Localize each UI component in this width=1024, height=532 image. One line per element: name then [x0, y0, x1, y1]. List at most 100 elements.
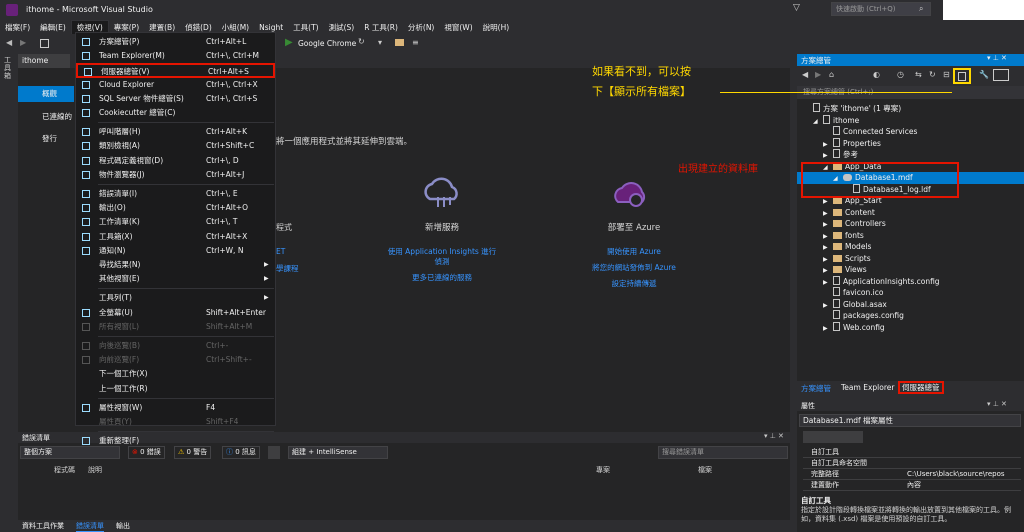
view-menu-item-25[interactable]: 向前巡覽(F) Ctrl+Shift+-: [76, 353, 275, 367]
col-file[interactable]: 檔案: [698, 465, 712, 475]
user-avatar[interactable]: [943, 0, 1024, 20]
view-menu-item-13[interactable]: 輸出(O) Ctrl+Alt+O: [76, 201, 275, 215]
property-row[interactable]: 自訂工具命名空間: [803, 458, 1021, 469]
menu-0[interactable]: 檔案(F): [0, 21, 35, 35]
view-menu-item-2[interactable]: 伺服器總管(V) Ctrl+Alt+S: [76, 63, 275, 78]
expand-arrow-icon[interactable]: ▶: [823, 323, 833, 335]
view-menu-item-4[interactable]: SQL Server 物件總管(S) Ctrl+\, Ctrl+S: [76, 92, 275, 106]
nav-connected[interactable]: 已連線的: [18, 109, 74, 125]
view-menu-item-22[interactable]: 所有視窗(L) Shift+Alt+M: [76, 320, 275, 334]
view-menu-item-27[interactable]: 上一個工作(R): [76, 382, 275, 396]
link-continuous-delivery[interactable]: 設定持續傳遞: [564, 279, 704, 289]
menu-10[interactable]: R 工具(R): [359, 21, 403, 35]
refresh-browser-icon[interactable]: ↻: [358, 37, 365, 46]
tree-node[interactable]: ▶ ApplicationInsights.config: [797, 275, 1024, 288]
view-menu-item-15[interactable]: 工具箱(X) Ctrl+Alt+X: [76, 230, 275, 244]
link-publish-azure[interactable]: 將您的網站發佈到 Azure: [564, 263, 704, 273]
document-tab[interactable]: ithome: [18, 54, 70, 68]
view-menu-item-16[interactable]: 通知(N) Ctrl+W, N: [76, 244, 275, 258]
view-menu-item-5[interactable]: Cookiecutter 總管(C): [76, 106, 275, 120]
folder-icon[interactable]: [395, 39, 404, 46]
property-row[interactable]: 建置動作 內容: [803, 480, 1021, 491]
tree-node[interactable]: 方案 'ithome' (1 專案): [797, 103, 1024, 115]
back-icon[interactable]: ◀: [802, 70, 808, 79]
tab-solution-explorer[interactable]: 方案總管: [801, 383, 831, 394]
forward-nav-icon[interactable]: ▶: [20, 38, 26, 47]
pending-changes-icon[interactable]: ◐: [873, 70, 880, 79]
view-menu-item-30[interactable]: 屬性頁(Y) Shift+F4: [76, 415, 275, 429]
partial-link-2[interactable]: 學課程: [276, 263, 299, 274]
preview-icon[interactable]: [993, 69, 1009, 81]
tree-node[interactable]: ▶ Models: [797, 241, 1024, 253]
view-menu-item-32[interactable]: 重新整理(F): [76, 434, 275, 448]
menu-1[interactable]: 編輯(E): [35, 21, 71, 35]
properties-object-dropdown[interactable]: Database1.mdf 檔案屬性: [799, 414, 1021, 427]
property-row[interactable]: 完整路徑 C:\Users\black\source\repos: [803, 469, 1021, 480]
view-menu-item-8[interactable]: 類別檢視(A) Ctrl+Shift+C: [76, 139, 275, 153]
view-menu-item-1[interactable]: Team Explorer(M) Ctrl+\, Ctrl+M: [76, 49, 275, 63]
back-nav-icon[interactable]: ◀: [6, 38, 12, 47]
history-icon[interactable]: ◷: [897, 70, 904, 79]
error-search-input[interactable]: 搜尋錯誤清單: [658, 446, 788, 459]
show-all-files-button[interactable]: [953, 68, 971, 84]
view-menu-item-20[interactable]: 工具列(T) ▶: [76, 291, 275, 305]
collapse-all-icon[interactable]: ⊟: [943, 70, 950, 79]
tree-node[interactable]: favicon.ico: [797, 287, 1024, 299]
forward-icon[interactable]: ▶: [815, 70, 821, 79]
tree-node[interactable]: Connected Services: [797, 126, 1024, 138]
search-icon[interactable]: ⌕: [919, 4, 923, 14]
view-menu-item-21[interactable]: 全螢幕(U) Shift+Alt+Enter: [76, 306, 275, 320]
tree-node[interactable]: ◢ ithome: [797, 114, 1024, 127]
link-more-services[interactable]: 更多已連線的服務: [372, 273, 512, 283]
tab-data-tools[interactable]: 資料工具作業: [22, 521, 64, 531]
view-menu-item-7[interactable]: 呼叫階層(H) Ctrl+Alt+K: [76, 125, 275, 139]
pin-icon[interactable]: ▾ ⊥ ✕: [987, 54, 1007, 62]
build-filter-dropdown[interactable]: 組建 + IntelliSense: [288, 446, 388, 459]
view-menu-item-14[interactable]: 工作清單(K) Ctrl+\, T: [76, 215, 275, 229]
menu-11[interactable]: 分析(N): [403, 21, 439, 35]
view-menu-item-24[interactable]: 向後巡覽(B) Ctrl+-: [76, 339, 275, 353]
col-code[interactable]: 程式碼: [54, 465, 75, 475]
col-project[interactable]: 專案: [596, 465, 610, 475]
pin-icon[interactable]: ▾ ⊥ ✕: [764, 432, 784, 440]
view-menu-item-10[interactable]: 物件瀏覽器(J) Ctrl+Alt+J: [76, 168, 275, 182]
tree-node[interactable]: ▶ 參考: [797, 149, 1024, 161]
comment-icon[interactable]: ≡: [412, 38, 419, 47]
view-menu-item-17[interactable]: 尋找結果(N) ▶: [76, 258, 275, 272]
link-application-insights[interactable]: 使用 Application Insights 進行: [372, 247, 512, 257]
tab-error-list[interactable]: 錯誤清單: [76, 521, 104, 532]
nav-overview[interactable]: 概觀: [18, 86, 74, 102]
tab-team-explorer[interactable]: Team Explorer: [841, 383, 894, 392]
property-row[interactable]: 自訂工具: [803, 447, 1021, 458]
browser-link-icon[interactable]: ▾: [378, 38, 382, 47]
tab-server-explorer[interactable]: 伺服器總管: [898, 381, 944, 394]
new-project-icon[interactable]: [40, 39, 49, 48]
menu-13[interactable]: 說明(H): [478, 21, 515, 35]
view-menu-item-29[interactable]: 屬性視窗(W) F4: [76, 401, 275, 415]
tree-node[interactable]: ▶ Global.asax: [797, 298, 1024, 311]
filter-icon[interactable]: ▽: [793, 3, 800, 13]
menu-12[interactable]: 視窗(W): [439, 21, 477, 35]
tab-output[interactable]: 輸出: [116, 521, 130, 531]
tree-node[interactable]: ▶ Web.config: [797, 321, 1024, 335]
run-target[interactable]: Google Chrome: [298, 39, 356, 48]
view-menu-item-12[interactable]: 錯誤清單(I) Ctrl+\, E: [76, 187, 275, 201]
link-start-azure[interactable]: 開始使用 Azure: [564, 247, 704, 257]
tree-node[interactable]: ▶ Views: [797, 264, 1024, 276]
view-menu-item-3[interactable]: Cloud Explorer Ctrl+\, Ctrl+X: [76, 78, 275, 92]
run-icon[interactable]: ▶: [285, 37, 293, 48]
view-menu-item-18[interactable]: 其他視窗(E) ▶: [76, 272, 275, 286]
quick-launch-input[interactable]: 快速啟動 (Ctrl+Q): [831, 2, 931, 16]
home-icon[interactable]: ⌂: [829, 70, 834, 79]
sync-icon[interactable]: ⇆: [915, 70, 922, 79]
partial-link-1[interactable]: ET: [276, 247, 285, 256]
view-menu-item-26[interactable]: 下一個工作(X): [76, 367, 275, 381]
tree-node[interactable]: ▶ Controllers: [797, 218, 1024, 230]
menu-8[interactable]: 工具(T): [288, 21, 323, 35]
view-menu-item-0[interactable]: 方案總管(P) Ctrl+Alt+L: [76, 35, 275, 49]
nav-publish[interactable]: 發行: [18, 131, 74, 147]
tree-node[interactable]: ▶ Content: [797, 207, 1024, 219]
tree-node[interactable]: packages.config: [797, 310, 1024, 322]
refresh-icon[interactable]: ↻: [929, 70, 936, 79]
link-application-insights-2[interactable]: 偵測: [372, 257, 512, 267]
